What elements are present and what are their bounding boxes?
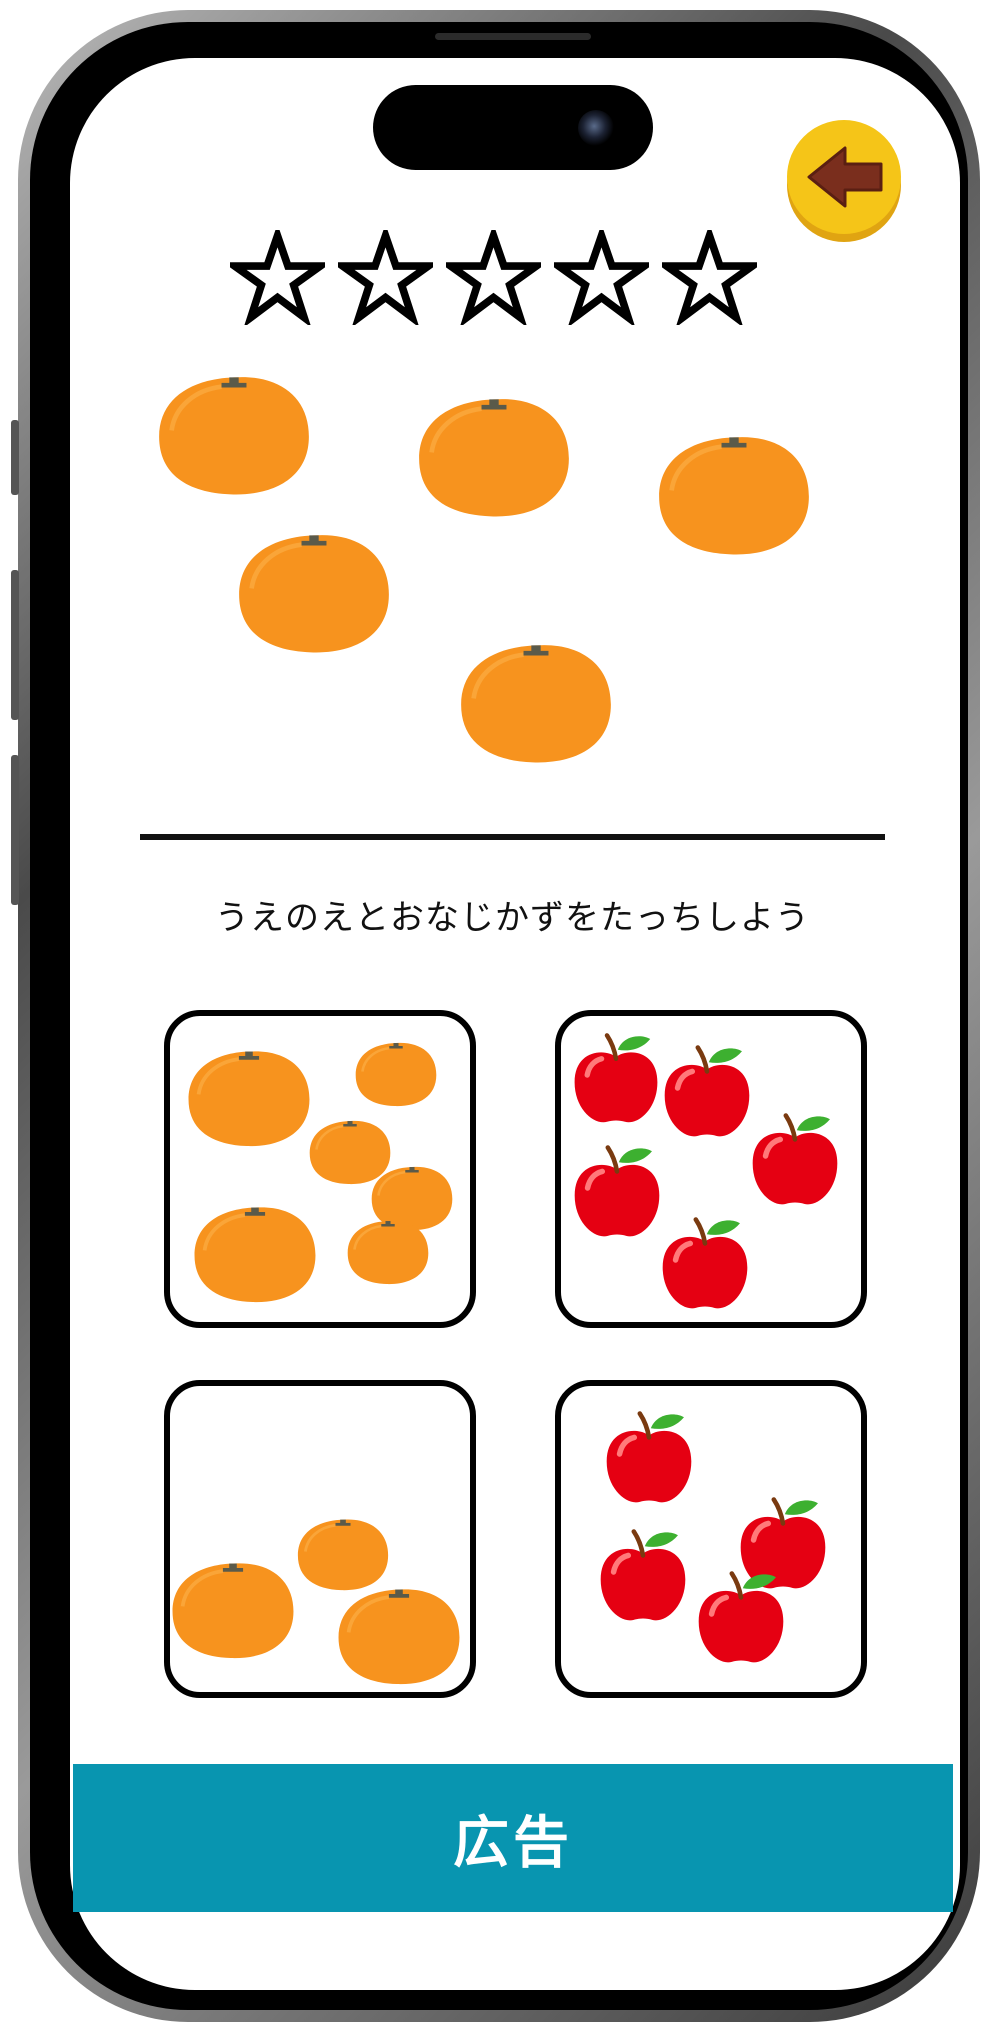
- apple-icon: [662, 1217, 748, 1309]
- mute-switch: [11, 420, 19, 495]
- orange-icon: [194, 1207, 316, 1303]
- orange-icon: [347, 1220, 429, 1285]
- choice-card-apples-4[interactable]: [555, 1380, 867, 1698]
- star-outline-icon: [446, 230, 541, 325]
- orange-icon: [159, 377, 309, 495]
- orange-icon: [461, 645, 611, 763]
- orange-icon: [419, 399, 569, 517]
- star-outline-icon: [230, 230, 325, 325]
- apple-icon: [574, 1145, 660, 1237]
- star-outline-icon: [338, 230, 433, 325]
- ad-label: 広告: [453, 1810, 573, 1876]
- orange-icon: [338, 1589, 460, 1685]
- choice-card-apples-5[interactable]: [555, 1010, 867, 1328]
- star-outline-icon: [662, 230, 757, 325]
- apple-icon: [752, 1113, 838, 1205]
- instruction-text: うえのえとおなじかずをたっちしよう: [215, 898, 810, 938]
- orange-icon: [239, 535, 389, 653]
- choice-card-oranges-6[interactable]: [164, 1010, 476, 1328]
- star-outline-icon: [554, 230, 649, 325]
- speaker-grille: [435, 33, 591, 40]
- choice-card-oranges-3[interactable]: [164, 1380, 476, 1698]
- volume-down-button: [11, 755, 19, 905]
- orange-icon: [172, 1563, 294, 1659]
- orange-icon: [355, 1042, 437, 1107]
- apple-icon: [606, 1411, 692, 1503]
- back-button[interactable]: [787, 120, 901, 234]
- orange-icon: [188, 1051, 310, 1147]
- volume-up-button: [11, 570, 19, 720]
- apple-icon: [698, 1571, 784, 1663]
- apple-icon: [664, 1045, 750, 1137]
- question-picture: [140, 360, 885, 780]
- orange-icon: [659, 437, 809, 555]
- ad-banner[interactable]: 広告: [73, 1764, 953, 1912]
- divider: [140, 834, 885, 840]
- back-arrow-icon: [807, 146, 883, 208]
- camera-icon: [578, 110, 614, 146]
- apple-icon: [600, 1529, 686, 1621]
- apple-icon: [574, 1033, 658, 1123]
